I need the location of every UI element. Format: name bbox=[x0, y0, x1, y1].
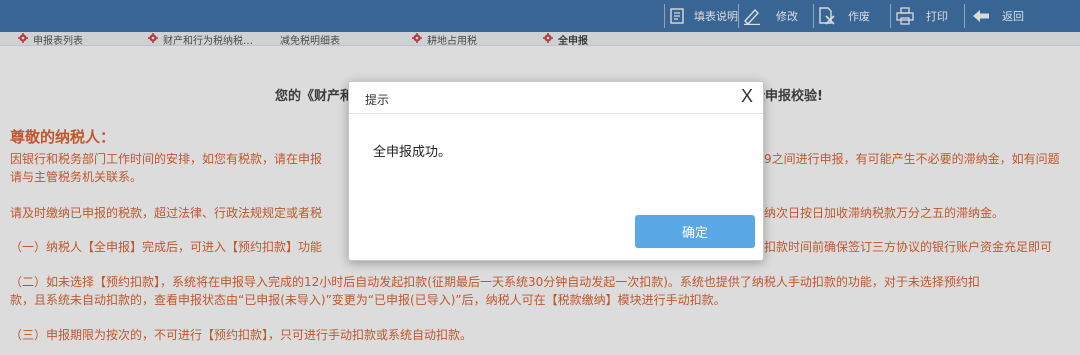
dialog-message: 全申报成功。 bbox=[373, 145, 452, 160]
alert-dialog: 提示 X 全申报成功。 确定 bbox=[348, 81, 764, 261]
dialog-title: 提示 bbox=[365, 93, 390, 107]
close-icon[interactable]: X bbox=[741, 86, 753, 107]
dialog-header: 提示 X bbox=[349, 82, 763, 114]
confirm-button[interactable]: 确定 bbox=[635, 215, 755, 248]
